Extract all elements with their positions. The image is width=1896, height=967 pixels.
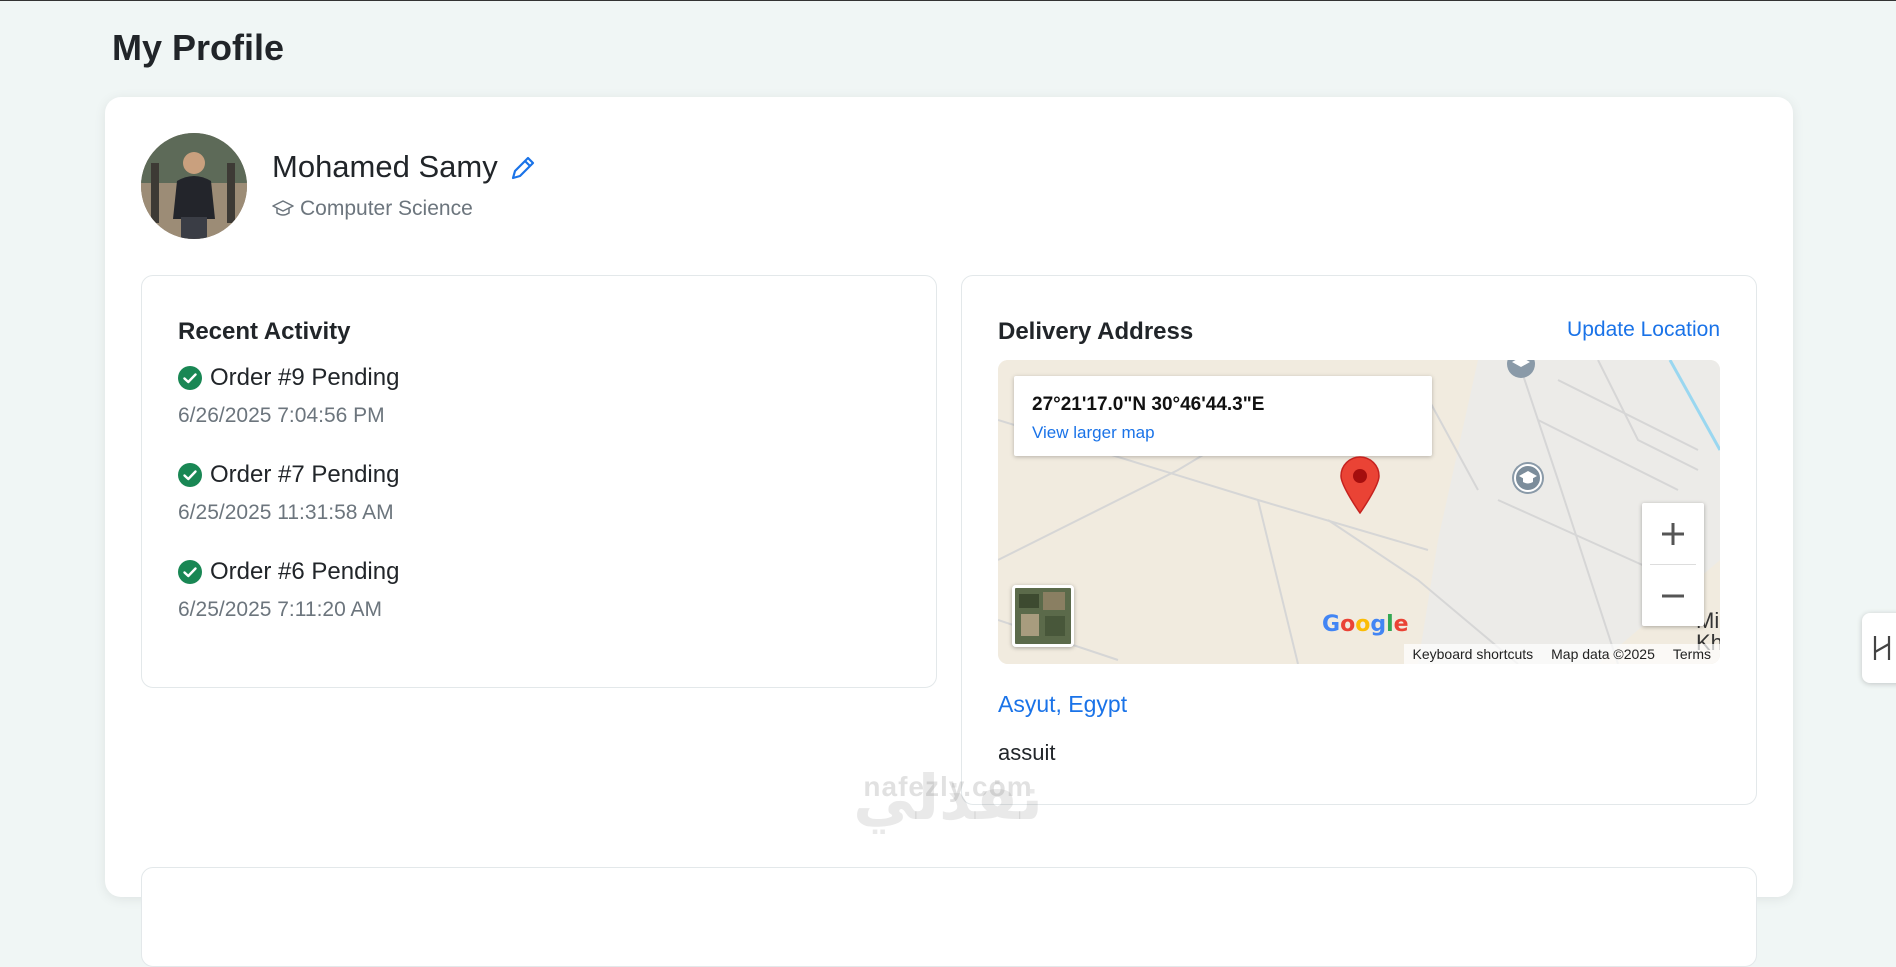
activity-label: Order #9 Pending [210,364,400,391]
activity-time: 6/26/2025 7:04:56 PM [178,404,385,427]
recent-activity-panel: Recent Activity Order #9 Pending 6/26/20… [141,275,937,688]
check-circle-icon [178,366,202,390]
terms-link[interactable]: Terms [1664,644,1720,664]
google-logo: Google [1322,612,1409,637]
school-icon [1512,462,1544,494]
activity-item: Order #7 Pending 6/25/2025 11:31:58 AM [178,461,399,558]
map-coordinates: 27°21'17.0"N 30°46'44.3"E [1032,394,1265,415]
graduation-cap-icon [272,200,294,216]
activity-label: Order #6 Pending [210,558,400,585]
plus-icon [1662,522,1684,545]
school-icon [1507,360,1535,378]
activity-time: 6/25/2025 7:11:20 AM [178,598,382,621]
update-location-link[interactable]: Update Location [1567,318,1720,342]
pencil-edit-icon[interactable] [507,152,539,184]
minus-icon [1662,594,1684,597]
activity-label: Order #7 Pending [210,461,400,488]
delivery-address-title: Delivery Address [998,318,1194,345]
location-pin-icon [1340,456,1380,514]
side-widget-tab[interactable] [1862,613,1896,683]
zoom-out-button[interactable] [1642,565,1704,626]
map-info-box: 27°21'17.0"N 30°46'44.3"E View larger ma… [1014,376,1432,456]
delivery-address-panel: Delivery Address Update Location 27°21'1… [961,275,1757,805]
check-circle-icon [178,463,202,487]
activity-item: Order #9 Pending 6/26/2025 7:04:56 PM [178,364,399,461]
bottom-panel [141,867,1757,967]
city-link[interactable]: Asyut, Egypt [998,691,1127,718]
zoom-in-button[interactable] [1642,503,1704,564]
check-circle-icon [178,560,202,584]
avatar [141,133,247,239]
map-embed[interactable]: 27°21'17.0"N 30°46'44.3"E View larger ma… [998,360,1720,664]
satellite-view-toggle[interactable] [1012,585,1074,647]
activity-item: Order #6 Pending 6/25/2025 7:11:20 AM [178,558,399,655]
watermark-text: nafezly.com [863,771,1033,802]
map-data-label: Map data ©2025 [1551,646,1655,662]
keyboard-shortcuts-link[interactable]: Keyboard shortcuts [1404,644,1543,664]
widget-icon [1873,636,1891,660]
user-name: Mohamed Samy [272,149,498,184]
department-label: Computer Science [300,197,473,220]
activity-time: 6/25/2025 11:31:58 AM [178,501,394,524]
activity-list: Order #9 Pending 6/26/2025 7:04:56 PM Or… [178,364,399,655]
view-larger-map-link[interactable]: View larger map [1032,423,1155,443]
map-footer: Keyboard shortcuts Map data ©2025 Terms [1403,644,1720,664]
recent-activity-title: Recent Activity [178,318,351,345]
map-zoom-controls [1642,503,1704,626]
department: Computer Science [272,197,473,221]
page-title: My Profile [112,27,285,68]
